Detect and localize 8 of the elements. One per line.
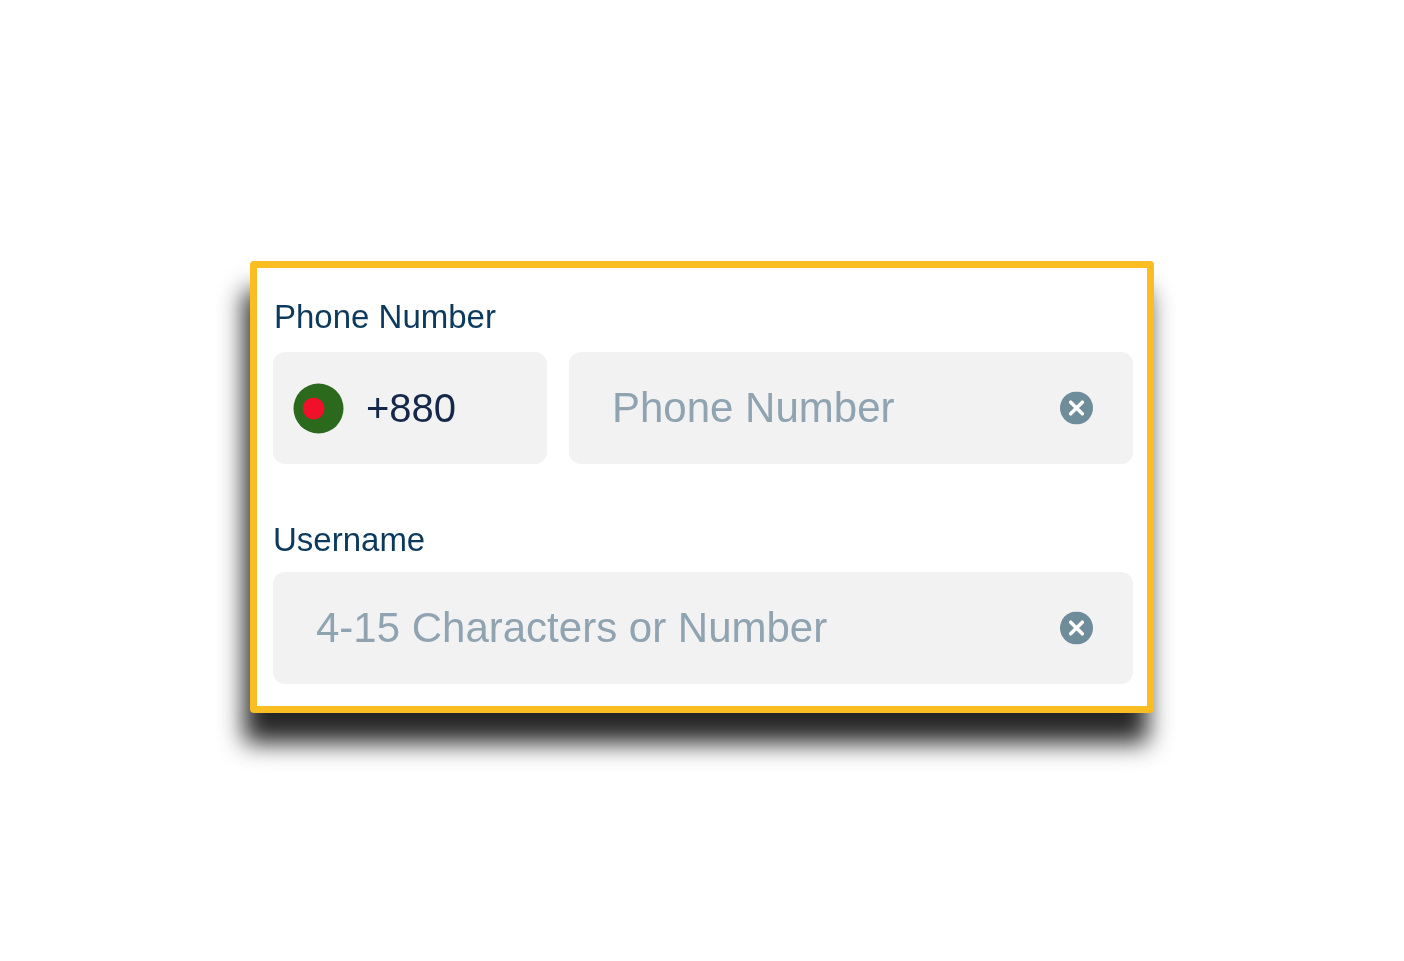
clear-icon[interactable] xyxy=(1060,391,1093,425)
field-label: Phone Number xyxy=(273,297,496,337)
phone-number-field[interactable]: Phone Number xyxy=(569,352,1133,464)
field-label: Username xyxy=(273,520,426,560)
country-code-selector[interactable]: +880 xyxy=(273,352,547,464)
clear-icon[interactable] xyxy=(1060,611,1093,645)
username-field[interactable]: 4-15 Characters or Number xyxy=(273,572,1133,684)
flag-icon xyxy=(293,382,344,434)
